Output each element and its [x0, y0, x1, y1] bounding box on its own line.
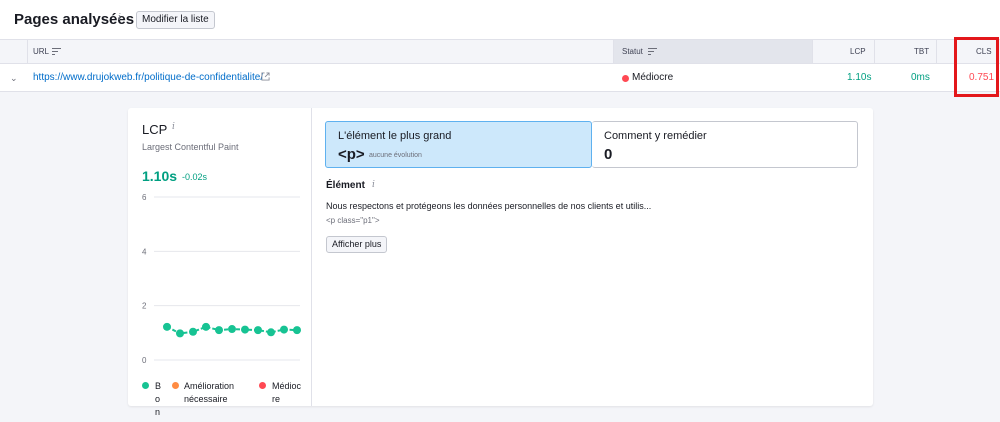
info-icon[interactable]: i [118, 13, 121, 23]
cls-highlight-box [954, 37, 999, 97]
element-text: Nous respectons et protégeons les donnée… [326, 201, 652, 211]
data-point[interactable] [254, 326, 262, 335]
lcp-subtitle: Largest Contentful Paint [142, 142, 239, 152]
card-value: 0 [604, 146, 613, 163]
card-note: aucune évolution [369, 152, 422, 159]
table-header: URL Statut LCP TBT CLS [0, 39, 1000, 64]
panel-divider [311, 108, 312, 406]
legend-label-needs-improvement: Amélioration nécessaire [184, 381, 235, 404]
page-url-link[interactable]: https://www.drujokweb.fr/politique-de-co… [33, 72, 263, 83]
lcp-delta: -0.02s [182, 172, 208, 182]
data-point[interactable] [228, 325, 236, 334]
info-icon[interactable]: i [372, 180, 375, 190]
data-point[interactable] [163, 322, 171, 331]
lcp-value: 1.10s [847, 72, 872, 83]
y-tick-label: 6 [142, 193, 147, 202]
status-dot [622, 75, 629, 82]
tab-largest-element[interactable]: L'élément le plus grand <p> aucune évolu… [325, 121, 592, 168]
column-header-url[interactable]: URL [33, 40, 49, 63]
element-code: <p class="p1"> [326, 216, 380, 225]
data-point[interactable] [293, 326, 301, 335]
data-point[interactable] [241, 325, 249, 334]
legend-label-poor: Médiocre [272, 381, 302, 404]
sorted-column-highlight [614, 40, 812, 63]
data-point[interactable] [267, 328, 275, 337]
legend-dot-poor [259, 382, 266, 389]
show-more-button[interactable]: Afficher plus [326, 236, 388, 253]
legend-label-good: Bon [155, 381, 162, 417]
sort-icon[interactable] [52, 48, 61, 55]
lcp-history-chart: 6 4 2 0 [142, 193, 301, 365]
data-point[interactable] [189, 327, 197, 336]
legend-dot-needs-improvement [172, 382, 179, 389]
lcp-current-value: 1.10s [142, 168, 178, 184]
lcp-title: LCP [142, 122, 168, 137]
data-point[interactable] [215, 326, 223, 335]
modify-list-button[interactable]: Modifier la liste [136, 11, 215, 29]
data-point[interactable] [280, 325, 288, 334]
tbt-value: 0ms [911, 72, 930, 83]
chevron-down-icon[interactable]: ⌄ [10, 73, 18, 84]
external-link-icon[interactable] [261, 72, 270, 81]
tab-how-to-fix[interactable]: Comment y remédier 0 [592, 121, 858, 168]
page-header: Pages analysées i Modifier la liste [0, 0, 1000, 39]
y-tick-label: 2 [142, 302, 147, 311]
page-title: Pages analysées [14, 11, 135, 28]
detail-panel: LCP i Largest Contentful Paint 1.10s -0.… [128, 108, 873, 417]
column-header-lcp[interactable]: LCP [850, 40, 866, 63]
table-row[interactable]: ⌄ https://www.drujokweb.fr/politique-de-… [0, 64, 1000, 92]
sort-icon[interactable] [648, 48, 657, 55]
card-label: Comment y remédier [604, 130, 707, 142]
status-label: Médiocre [632, 72, 674, 83]
element-heading: Élément [326, 180, 365, 191]
card-label: L'élément le plus grand [338, 130, 452, 142]
column-header-tbt[interactable]: TBT [914, 40, 929, 63]
legend-dot-good [142, 382, 149, 389]
info-icon[interactable]: i [172, 122, 175, 132]
y-tick-label: 0 [142, 356, 147, 365]
card-value: <p> [338, 146, 365, 163]
data-point[interactable] [202, 322, 210, 331]
y-tick-label: 4 [142, 247, 147, 256]
column-header-statut[interactable]: Statut [622, 40, 643, 63]
data-point[interactable] [176, 329, 184, 338]
